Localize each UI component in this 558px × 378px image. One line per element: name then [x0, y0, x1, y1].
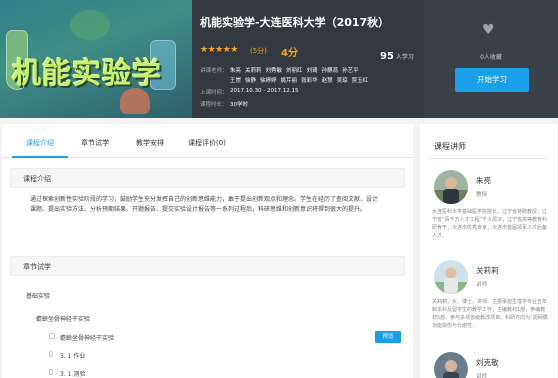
avatar[interactable] — [434, 352, 468, 378]
active-tab-indicator — [12, 156, 68, 158]
rating-score: 4分 — [281, 48, 298, 59]
start-learning-button[interactable]: 开始学习 — [455, 68, 529, 92]
chapter-unit[interactable]: 蟾蜍坐骨神经干实验 — [36, 314, 90, 323]
heart-icon[interactable]: ♥ — [482, 22, 495, 38]
instructor-bio: 大连医科大学基础医学院院长，辽宁省特聘教授，辽宁省“百千万人才工程”千人层次，辽… — [432, 209, 548, 239]
course-period: 2017.10.30 - 2017.12.15 — [230, 88, 299, 94]
teacher-name[interactable]: 刘秀敏 — [266, 68, 283, 74]
assignment-item[interactable]: 3. 1 作业 — [60, 351, 85, 360]
rating-stars: ★★★★★ — [200, 45, 238, 55]
learner-count: 95 人学习 — [380, 44, 414, 63]
teacher-name[interactable]: 刘琦 — [307, 68, 318, 74]
hours-label: 课程时长： — [200, 102, 228, 108]
quiz-item[interactable]: 3. 1 测验 — [60, 369, 85, 378]
avatar[interactable] — [434, 170, 468, 204]
course-hours: 30学时 — [230, 102, 248, 108]
instructor-role: 教授 — [476, 192, 488, 198]
chapter-heading: 章节试学 — [23, 263, 51, 271]
teacher-name[interactable]: 赵慧 — [322, 78, 333, 84]
teacher-name[interactable]: 朱亮 — [230, 68, 241, 74]
rating-score-small: (5分) — [250, 47, 267, 55]
instructor-bio: 关莉莉，女，博士，讲师。主要承担生理学专业五年制本科及留学生的教学工作，主编教材… — [432, 299, 548, 329]
course-cover-image: 机能实验学 — [0, 0, 192, 118]
teacher-name[interactable]: 刘丽红 — [286, 68, 303, 74]
tab-course-intro[interactable]: 课程介绍 — [26, 138, 54, 148]
intro-heading: 课程介绍 — [23, 175, 51, 183]
favorite-count: 0人收藏 — [480, 54, 502, 61]
teachers-label: 讲课老师： — [200, 68, 228, 74]
tab-chapter-trial[interactable]: 章节试学 — [81, 138, 109, 148]
instructor-panel: 课程讲师 朱亮 教授 大连医科大学基础医学院院长，辽宁省特聘教授，辽宁省“百千万… — [420, 124, 557, 378]
lesson-item[interactable]: 蟾蜍坐骨神经干实验 — [60, 333, 114, 342]
cover-title: 机能实验学 — [12, 56, 163, 90]
learner-count-number: 95 — [380, 51, 394, 62]
instructor-role: 讲师 — [476, 374, 488, 378]
instructor-name[interactable]: 朱亮 — [476, 175, 491, 186]
course-info: 机能实验学-大连医科大学（2017秋） ★★★★★ (5分) 4分 95 人学习 … — [200, 0, 424, 118]
teacher-name[interactable]: 王崇 — [230, 78, 241, 84]
teacher-name[interactable]: 吴琼 — [337, 78, 348, 84]
cover-decoration — [70, 10, 110, 40]
teacher-name[interactable]: 贾玉红 — [352, 78, 369, 84]
learner-count-unit: 人学习 — [395, 54, 414, 61]
period-label: 上课时间： — [200, 90, 228, 96]
teacher-list: 朱亮 关莉莉 刘秀敏 刘丽红 刘琦 孙麒蕊 孙艺平 王崇 徐静 徐婷婷 姚芹丽 张彩华 赵慧 吴琼 贾玉红 — [230, 66, 380, 86]
instructor-panel-title: 课程讲师 — [434, 142, 466, 151]
teacher-name[interactable]: 关莉莉 — [245, 68, 262, 74]
intro-section-header: 课程介绍 — [10, 168, 405, 188]
tab-reviews[interactable]: 课程评价(0) — [188, 138, 226, 148]
tab-bar: 课程介绍 章节试学 教学安排 课程评价(0) — [2, 124, 413, 158]
tab-schedule[interactable]: 教学安排 — [136, 138, 164, 148]
avatar[interactable] — [434, 260, 468, 294]
preview-button[interactable]: 预览 — [375, 331, 401, 343]
teacher-name[interactable]: 徐静 — [245, 78, 256, 84]
teacher-name[interactable]: 张彩华 — [301, 78, 318, 84]
teacher-name[interactable]: 姚芹丽 — [281, 78, 298, 84]
teacher-name[interactable]: 徐婷婷 — [260, 78, 277, 84]
instructor-name[interactable]: 关莉莉 — [476, 265, 499, 276]
instructor-name[interactable]: 刘克敬 — [476, 357, 499, 368]
main-content: 课程介绍 章节试学 教学安排 课程评价(0) 课程介绍 通过探索创新性实验阶段的… — [2, 124, 413, 378]
intro-text: 通过探索创新性实验阶段的学习，鼓励学生充分发挥自己的创新思维能力，敢于提出创新观… — [30, 196, 379, 213]
chapter-section-header: 章节试学 — [10, 256, 405, 276]
divider — [428, 158, 548, 159]
file-icon: ▯ — [49, 350, 53, 358]
chapter-basic[interactable]: 基础实验 — [26, 291, 50, 300]
teacher-name[interactable]: 孙艺平 — [342, 68, 359, 74]
course-title: 机能实验学-大连医科大学（2017秋） — [200, 16, 390, 29]
file-icon: ▯ — [49, 368, 53, 376]
instructor-role: 讲师 — [476, 282, 488, 288]
document-icon: ▢ — [49, 332, 56, 340]
teacher-name[interactable]: 孙麒蕊 — [322, 68, 339, 74]
